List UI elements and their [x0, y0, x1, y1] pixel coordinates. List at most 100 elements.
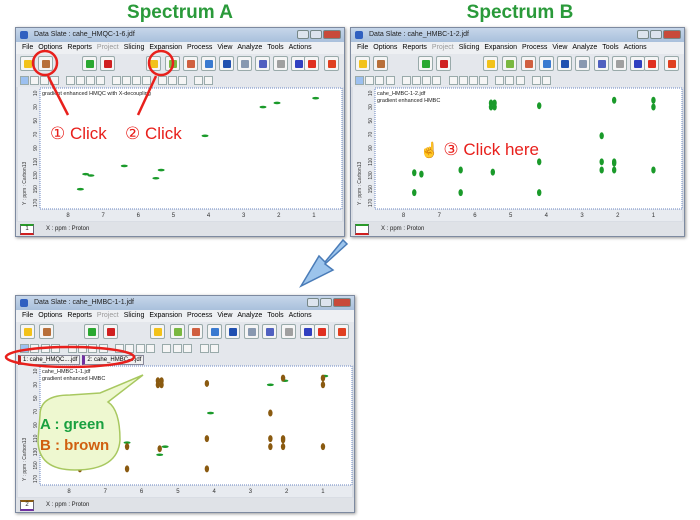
menu-project[interactable]: Project — [97, 310, 119, 322]
settings-button[interactable] — [281, 324, 297, 339]
tool-button-8[interactable] — [96, 76, 105, 85]
menu-options[interactable]: Options — [38, 310, 62, 322]
tool-button-12[interactable] — [478, 76, 488, 85]
menu-actions[interactable]: Actions — [624, 42, 647, 54]
close-button[interactable] — [323, 30, 341, 39]
menu-tools[interactable]: Tools — [267, 42, 283, 54]
tool-button-6[interactable] — [76, 76, 85, 85]
menu-process[interactable]: Process — [187, 42, 212, 54]
forward-button[interactable] — [664, 56, 679, 71]
open-overlay-button[interactable] — [373, 56, 389, 71]
fit-button[interactable] — [255, 56, 270, 71]
tool-button-16[interactable] — [194, 76, 203, 85]
settings-button[interactable] — [273, 56, 288, 71]
tool-button-1[interactable] — [20, 344, 30, 353]
menu-options[interactable]: Options — [38, 42, 62, 54]
spectrum-index-badge[interactable]: 1 — [20, 224, 34, 235]
add-overlay-button[interactable] — [165, 56, 180, 71]
integrate-button[interactable] — [299, 324, 315, 339]
tool-button-5[interactable] — [401, 76, 411, 85]
tool-button-4[interactable] — [385, 76, 395, 85]
tool-button-5[interactable] — [66, 76, 75, 85]
spectrum-tab-1[interactable]: 1: cahe_HMQC....jdf — [18, 355, 81, 365]
menu-process[interactable]: Process — [187, 310, 212, 322]
save-button[interactable] — [225, 324, 241, 339]
tool-button-9[interactable] — [448, 76, 458, 85]
menu-expansion[interactable]: Expansion — [149, 310, 182, 322]
add-overlay-button[interactable] — [169, 324, 185, 339]
tool-button-10[interactable] — [122, 76, 131, 85]
add-button[interactable] — [84, 324, 100, 339]
tool-button-15[interactable] — [515, 76, 525, 85]
tool-button-7[interactable] — [86, 76, 95, 85]
tool-button-9[interactable] — [112, 76, 121, 85]
back-button[interactable] — [314, 324, 329, 339]
open-overlay-button[interactable] — [38, 56, 53, 71]
tool-button-3[interactable] — [40, 76, 49, 85]
tool-button-13[interactable] — [162, 344, 172, 353]
tool-button-6[interactable] — [77, 344, 87, 353]
spectrum-index-badge[interactable]: 2 — [20, 500, 34, 511]
maximize-button[interactable] — [310, 30, 322, 39]
spectrum-plot[interactable]: 8 7 6 5 4 3 2 1 10 30 50 70 90 110 130 150 170 Y : ppm : … — [18, 87, 344, 223]
menu-options[interactable]: Options — [373, 42, 397, 54]
menu-expansion[interactable]: Expansion — [149, 42, 182, 54]
tool-button-15[interactable] — [178, 76, 187, 85]
print-button[interactable] — [243, 324, 259, 339]
menu-project[interactable]: Project — [97, 42, 119, 54]
forward-button[interactable] — [324, 56, 339, 71]
open-folder-button[interactable] — [146, 56, 161, 71]
tool-button-5[interactable] — [67, 344, 77, 353]
save-button[interactable] — [219, 56, 234, 71]
menu-file[interactable]: File — [357, 42, 368, 54]
tool-button-11[interactable] — [135, 344, 145, 353]
open-folder-button[interactable] — [483, 56, 499, 71]
fit-button[interactable] — [262, 324, 278, 339]
tool-button-7[interactable] — [422, 76, 432, 85]
maximize-button[interactable] — [650, 30, 662, 39]
tool-button-8[interactable] — [98, 344, 108, 353]
print-button[interactable] — [237, 56, 252, 71]
menu-view[interactable]: View — [217, 310, 232, 322]
tool-button-11[interactable] — [468, 76, 478, 85]
menu-view[interactable]: View — [552, 42, 567, 54]
menu-tools[interactable]: Tools — [602, 42, 618, 54]
delete-button[interactable] — [436, 56, 452, 71]
minimize-button[interactable] — [637, 30, 649, 39]
spectrum-index-badge[interactable] — [355, 224, 369, 235]
tool-button-12[interactable] — [142, 76, 151, 85]
menu-tools[interactable]: Tools — [267, 310, 283, 322]
menu-analyze[interactable]: Analyze — [237, 42, 262, 54]
spectrum-tab-2[interactable]: 2: cahe_HMBC-...jdf — [82, 355, 145, 365]
menu-slicing[interactable]: Slicing — [124, 310, 145, 322]
delete-button[interactable] — [102, 324, 118, 339]
tool-button-16[interactable] — [199, 344, 209, 353]
open-file-button[interactable] — [355, 56, 371, 71]
tool-button-1[interactable] — [355, 76, 365, 85]
tool-button-13[interactable] — [158, 76, 167, 85]
menu-reports[interactable]: Reports — [67, 310, 92, 322]
menu-reports[interactable]: Reports — [402, 42, 427, 54]
open-folder-button[interactable] — [150, 324, 166, 339]
tool-button-16[interactable] — [531, 76, 541, 85]
tool-button-2[interactable] — [30, 344, 40, 353]
back-button[interactable] — [644, 56, 659, 71]
open-file-button[interactable] — [20, 324, 36, 339]
close-button[interactable] — [333, 298, 351, 307]
menu-view[interactable]: View — [217, 42, 232, 54]
menu-actions[interactable]: Actions — [289, 42, 312, 54]
tool-button-6[interactable] — [411, 76, 421, 85]
settings-button[interactable] — [612, 56, 628, 71]
tool-button-9[interactable] — [115, 344, 124, 353]
tool-button-15[interactable] — [183, 344, 193, 353]
slice-button[interactable] — [183, 56, 198, 71]
forward-button[interactable] — [334, 324, 349, 339]
menu-project[interactable]: Project — [432, 42, 454, 54]
tool-button-10[interactable] — [458, 76, 468, 85]
contour-plot[interactable]: 8 7 6 5 4 3 2 11030507090110130150170Y : ppm : … — [18, 87, 344, 223]
tool-button-13[interactable] — [495, 76, 505, 85]
maximize-button[interactable] — [320, 298, 332, 307]
menu-slicing[interactable]: Slicing — [459, 42, 480, 54]
menu-process[interactable]: Process — [522, 42, 547, 54]
tool-button-1[interactable] — [20, 76, 29, 85]
